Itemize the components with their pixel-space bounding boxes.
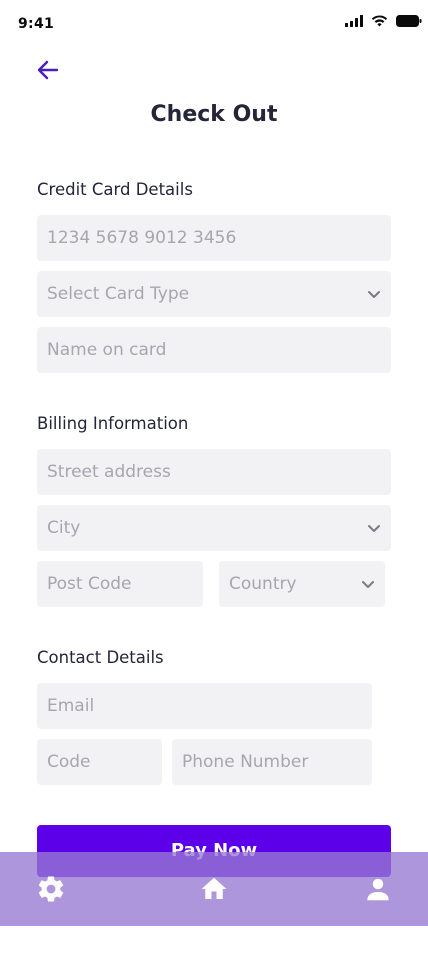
city-select[interactable]: City	[37, 505, 391, 551]
card-type-select-label: Select Card Type	[47, 284, 190, 304]
home-icon[interactable]	[199, 874, 229, 904]
user-icon[interactable]	[363, 874, 393, 904]
chevron-down-icon	[368, 291, 380, 298]
chevron-down-icon	[368, 525, 380, 532]
billing-section-label: Billing Information	[37, 414, 189, 433]
gear-icon[interactable]	[36, 874, 66, 904]
city-select-label: City	[47, 518, 81, 538]
back-button[interactable]	[34, 58, 62, 86]
bottom-nav	[0, 852, 428, 926]
status-icons	[345, 15, 422, 27]
credit-card-section-label: Credit Card Details	[37, 180, 193, 199]
status-time: 9:41	[18, 16, 55, 32]
battery-icon	[396, 15, 422, 27]
chevron-down-icon	[362, 581, 374, 588]
cellular-signal-icon	[345, 15, 363, 27]
page-title: Check Out	[150, 102, 278, 127]
post-code-input[interactable]	[37, 561, 203, 607]
name-on-card-input[interactable]	[37, 327, 391, 373]
card-number-input[interactable]	[37, 215, 391, 261]
wifi-icon	[371, 15, 388, 27]
arrow-left-icon	[36, 58, 60, 86]
country-select[interactable]: Country	[219, 561, 385, 607]
street-address-input[interactable]	[37, 449, 391, 495]
contact-section-label: Contact Details	[37, 648, 164, 667]
email-input[interactable]	[37, 683, 372, 729]
phone-code-input[interactable]	[37, 739, 162, 785]
country-select-label: Country	[229, 574, 297, 594]
phone-number-input[interactable]	[172, 739, 372, 785]
status-bar: 9:41	[0, 0, 428, 48]
card-type-select[interactable]: Select Card Type	[37, 271, 391, 317]
